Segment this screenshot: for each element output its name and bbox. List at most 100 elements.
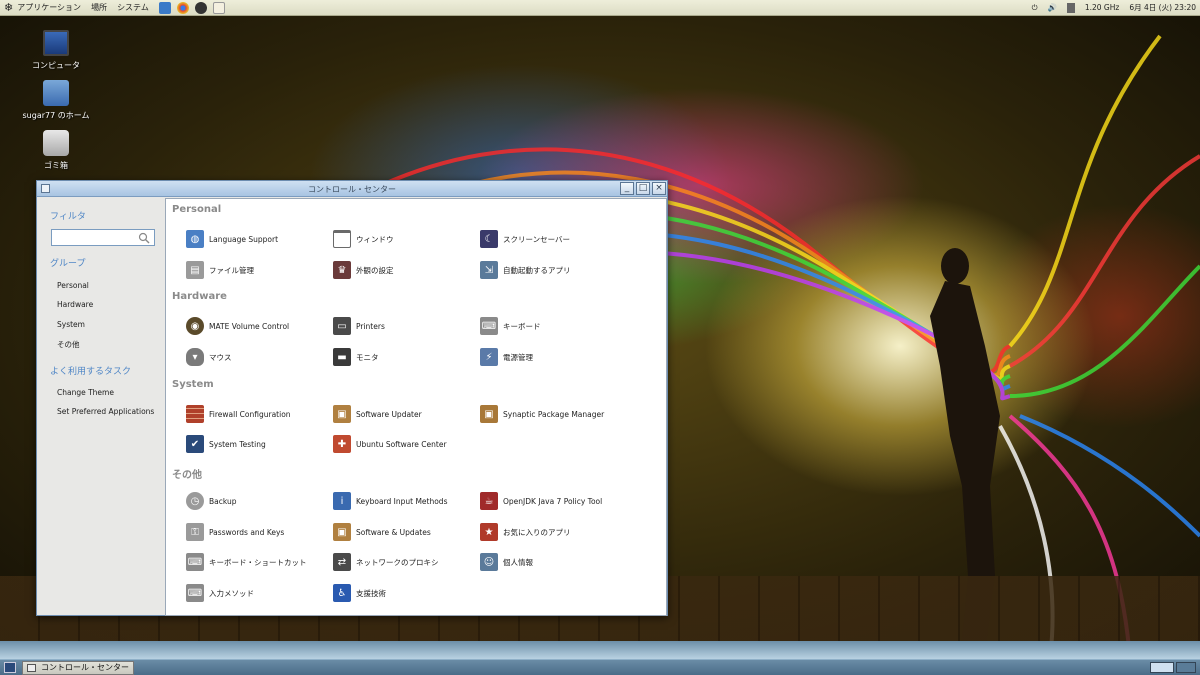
text-editor-launcher-icon[interactable] <box>212 1 225 14</box>
applet-window[interactable]: ウィンドウ <box>333 229 394 249</box>
group-heading: グループ <box>50 259 86 269</box>
window-title: コントロール・センター <box>308 185 396 194</box>
applet-printers[interactable]: ▭ Printers <box>333 316 385 336</box>
monitor-icon: ▬ <box>333 348 351 366</box>
software-center-icon: ✚ <box>333 435 351 453</box>
menu-applications[interactable]: アプリケーション <box>17 2 81 13</box>
maximize-button[interactable]: □ <box>636 182 650 195</box>
thunderbird-launcher-icon[interactable] <box>158 1 171 14</box>
filter-heading: フィルタ <box>50 212 86 222</box>
speaker-icon: ◉ <box>186 317 204 335</box>
info-icon: i <box>333 492 351 510</box>
window-titlebar[interactable]: コントロール・センター _ □ × <box>37 181 667 197</box>
desktop-icon-label: コンピュータ <box>32 61 80 70</box>
sidebar-item-personal[interactable]: Personal <box>57 281 89 290</box>
mate-logo-icon[interactable]: ❄ <box>4 1 13 14</box>
desktop-icon-trash[interactable]: ゴミ箱 <box>16 130 96 171</box>
applet-accessibility[interactable]: ♿ 支援技術 <box>333 583 386 603</box>
power-management-icon: ⚡ <box>480 348 498 366</box>
sidebar-item-hardware[interactable]: Hardware <box>57 300 93 309</box>
applet-grid: Personal ◍ Language Support ウィンドウ ☾ スクリーンセ… <box>165 198 667 616</box>
applet-favorite-apps[interactable]: ★ お気に入りのアプリ <box>480 522 571 542</box>
applet-volume-control[interactable]: ◉ MATE Volume Control <box>186 316 289 336</box>
category-heading-other: その他 <box>172 470 202 481</box>
network-icon[interactable] <box>1066 2 1075 13</box>
applet-screensaver[interactable]: ☾ スクリーンセーバー <box>480 229 570 249</box>
home-folder-icon <box>43 80 69 106</box>
applet-appearance[interactable]: ♛ 外観の設定 <box>333 260 394 280</box>
applet-software-center[interactable]: ✚ Ubuntu Software Center <box>333 434 447 454</box>
close-button[interactable]: × <box>652 182 666 195</box>
system-testing-icon: ✔ <box>186 435 204 453</box>
category-heading-system: System <box>172 379 214 390</box>
applet-system-testing[interactable]: ✔ System Testing <box>186 434 266 454</box>
mouse-icon: ▾ <box>186 348 204 366</box>
applet-backup[interactable]: ◷ Backup <box>186 491 237 511</box>
personal-info-icon: ☺ <box>480 553 498 571</box>
floor-reflection <box>0 641 1200 659</box>
firewall-icon <box>186 405 204 423</box>
accessibility-icon: ♿ <box>333 584 351 602</box>
applet-keyboard-input-methods[interactable]: i Keyboard Input Methods <box>333 491 447 511</box>
desktop-icon-label: ゴミ箱 <box>44 161 68 170</box>
applet-file-management[interactable]: ▤ ファイル管理 <box>186 260 254 280</box>
applet-startup-apps[interactable]: ⇲ 自動起動するアプリ <box>480 260 571 280</box>
java-icon: ☕ <box>480 492 498 510</box>
applet-monitor[interactable]: ▬ モニタ <box>333 347 379 367</box>
menu-system[interactable]: システム <box>117 2 149 13</box>
minimize-button[interactable]: _ <box>620 182 634 195</box>
media-player-launcher-icon[interactable] <box>194 1 207 14</box>
menu-places[interactable]: 場所 <box>91 2 107 13</box>
category-heading-hardware: Hardware <box>172 291 227 302</box>
clock[interactable]: 6月 4日 (火) 23:20 <box>1129 2 1196 13</box>
trash-icon <box>43 130 69 156</box>
applet-java-policy-tool[interactable]: ☕ OpenJDK Java 7 Policy Tool <box>480 491 602 511</box>
sidebar-item-system[interactable]: System <box>57 320 85 329</box>
show-desktop-icon[interactable] <box>4 662 16 673</box>
taskbar-item-label: コントロール・センター <box>41 663 129 672</box>
favorite-apps-icon: ★ <box>480 523 498 541</box>
applet-firewall[interactable]: Firewall Configuration <box>186 404 291 424</box>
control-center-icon <box>27 664 36 672</box>
applet-personal-info[interactable]: ☺ 個人情報 <box>480 552 533 572</box>
control-center-window: コントロール・センター _ □ × フィルタ グループ Personal Har… <box>36 180 668 616</box>
keyboard-icon: ⌨ <box>480 317 498 335</box>
chrome-launcher-icon[interactable] <box>176 1 189 14</box>
task-change-theme[interactable]: Change Theme <box>57 388 114 397</box>
applet-input-method[interactable]: ⌨ 入力メソッド <box>186 583 254 603</box>
keys-icon: ⚿ <box>186 523 204 541</box>
applet-keyboard[interactable]: ⌨ キーボード <box>480 316 541 336</box>
cpu-frequency[interactable]: 1.20 GHz <box>1085 3 1119 12</box>
sidebar: フィルタ グループ Personal Hardware System その他 よ… <box>37 198 163 616</box>
applet-network-proxy[interactable]: ⇄ ネットワークのプロキシ <box>333 552 439 572</box>
file-cabinet-icon: ▤ <box>186 261 204 279</box>
applet-mouse[interactable]: ▾ マウス <box>186 347 232 367</box>
applet-synaptic[interactable]: ▣ Synaptic Package Manager <box>480 404 604 424</box>
workspace-switcher[interactable] <box>1150 662 1174 673</box>
volume-icon[interactable]: 🔊 <box>1048 3 1057 12</box>
applet-language-support[interactable]: ◍ Language Support <box>186 229 278 249</box>
printer-icon: ▭ <box>333 317 351 335</box>
window-icon <box>333 230 351 248</box>
task-set-preferred-applications[interactable]: Set Preferred Applications <box>57 407 154 416</box>
desktop-icon-computer[interactable]: コンピュータ <box>16 30 96 71</box>
applet-keyboard-shortcuts[interactable]: ⌨ キーボード・ショートカット <box>186 552 307 572</box>
keyboard-shortcut-icon: ⌨ <box>186 553 204 571</box>
search-icon[interactable] <box>138 232 150 244</box>
workspace-switcher-2[interactable] <box>1176 662 1196 673</box>
software-updates-icon: ▣ <box>333 523 351 541</box>
applet-passwords-and-keys[interactable]: ⚿ Passwords and Keys <box>186 522 284 542</box>
desktop-icon-home[interactable]: sugar77 のホーム <box>16 80 96 121</box>
screensaver-icon: ☾ <box>480 230 498 248</box>
applet-software-updater[interactable]: ▣ Software Updater <box>333 404 422 424</box>
computer-icon <box>43 30 69 56</box>
category-heading-personal: Personal <box>172 204 222 215</box>
appearance-icon: ♛ <box>333 261 351 279</box>
applet-power-management[interactable]: ⚡ 電源管理 <box>480 347 533 367</box>
taskbar-item-control-center[interactable]: コントロール・センター <box>22 661 134 675</box>
sidebar-item-other[interactable]: その他 <box>57 339 80 350</box>
bottom-panel: コントロール・センター <box>0 659 1200 675</box>
desktop-icon-label: sugar77 のホーム <box>22 111 90 120</box>
applet-software-and-updates[interactable]: ▣ Software & Updates <box>333 522 431 542</box>
power-icon[interactable]: ⏻ <box>1032 3 1038 13</box>
